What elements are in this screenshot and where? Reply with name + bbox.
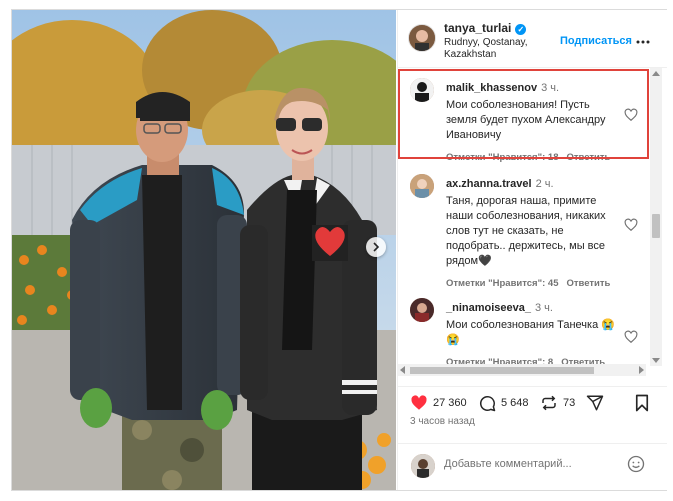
comments-count[interactable]: 5 648 xyxy=(501,397,529,409)
comment-username[interactable]: ax.zhanna.travel xyxy=(446,178,532,190)
likes-count[interactable]: 27 360 xyxy=(433,397,467,409)
follow-button[interactable]: Подписаться xyxy=(560,35,632,47)
comment-like-heart-icon[interactable] xyxy=(624,108,638,122)
comment-avatar[interactable] xyxy=(410,174,434,198)
comment-text: Мои соболезнования Танечка 😭😭 xyxy=(446,319,615,346)
comments-vertical-scrollbar[interactable] xyxy=(650,68,662,366)
add-comment-bar xyxy=(398,443,667,491)
reply-button[interactable]: Ответить xyxy=(566,152,610,163)
post-location[interactable]: Rudnyy, Qostanay, Kazakhstan xyxy=(444,37,554,61)
post-header: tanya_turlai ✓ Rudnyy, Qostanay, Kazakhst… xyxy=(398,10,667,68)
owner-username[interactable]: tanya_turlai ✓ xyxy=(444,21,527,35)
bookmark-icon xyxy=(635,394,649,412)
repost-button[interactable]: 73 xyxy=(540,394,575,412)
comment-username[interactable]: malik_khassenov xyxy=(446,82,537,94)
comment-bubble-icon xyxy=(480,396,496,412)
comments-list[interactable]: malik_khassenov 3 ч. Мои соболезнования! … xyxy=(398,68,667,380)
comment-like-heart-icon[interactable] xyxy=(624,218,638,232)
send-icon xyxy=(586,395,604,411)
comment-likes[interactable]: Отметки "Нравится": 45 xyxy=(446,278,558,289)
comment-time[interactable]: 3 ч. xyxy=(541,82,559,94)
comment-username[interactable]: _ninamoiseeva_ xyxy=(446,302,531,314)
post-side-panel: tanya_turlai ✓ Rudnyy, Qostanay, Kazakhst… xyxy=(397,10,667,490)
smiley-icon xyxy=(627,455,645,473)
comment-like-heart-icon[interactable] xyxy=(624,330,638,344)
post-photo[interactable] xyxy=(12,10,396,490)
comment-text: Таня, дорогая наша, примите наши соболез… xyxy=(446,195,606,267)
owner-username-text[interactable]: tanya_turlai xyxy=(444,21,511,35)
scroll-thumb[interactable] xyxy=(652,214,660,238)
reposts-count[interactable]: 73 xyxy=(563,397,575,409)
comment-input[interactable] xyxy=(444,458,604,470)
current-user-avatar[interactable] xyxy=(411,454,435,478)
owner-avatar[interactable] xyxy=(408,24,436,52)
emoji-button[interactable] xyxy=(627,455,645,478)
verified-badge-icon: ✓ xyxy=(515,24,527,35)
next-photo-button[interactable] xyxy=(366,237,386,257)
hscroll-thumb[interactable] xyxy=(410,367,594,374)
repost-icon xyxy=(542,395,556,411)
comment-button[interactable]: 5 648 xyxy=(478,394,529,412)
more-options-icon[interactable] xyxy=(636,32,650,48)
comment-likes[interactable]: Отметки "Нравится": 18 xyxy=(446,152,558,163)
post-timestamp[interactable]: 3 часов назад xyxy=(410,416,475,427)
scroll-down-arrow-icon[interactable] xyxy=(652,358,660,363)
comment-avatar[interactable] xyxy=(410,78,434,102)
comments-horizontal-scrollbar[interactable] xyxy=(398,364,646,376)
chevron-right-icon xyxy=(373,242,380,252)
like-button[interactable]: 27 360 xyxy=(410,394,467,412)
comment-text: Мои соболезнования! Пусть земля будет пу… xyxy=(446,99,606,141)
save-button[interactable] xyxy=(634,394,655,412)
reply-button[interactable]: Ответить xyxy=(566,278,610,289)
scroll-up-arrow-icon[interactable] xyxy=(652,71,660,76)
comment-avatar[interactable] xyxy=(410,298,434,322)
comment-time[interactable]: 3 ч. xyxy=(535,302,553,314)
heart-filled-icon xyxy=(411,395,427,410)
scroll-right-arrow-icon[interactable] xyxy=(639,366,644,374)
share-button[interactable] xyxy=(586,394,609,412)
scroll-left-arrow-icon[interactable] xyxy=(400,366,405,374)
comment-time[interactable]: 2 ч. xyxy=(536,178,554,190)
